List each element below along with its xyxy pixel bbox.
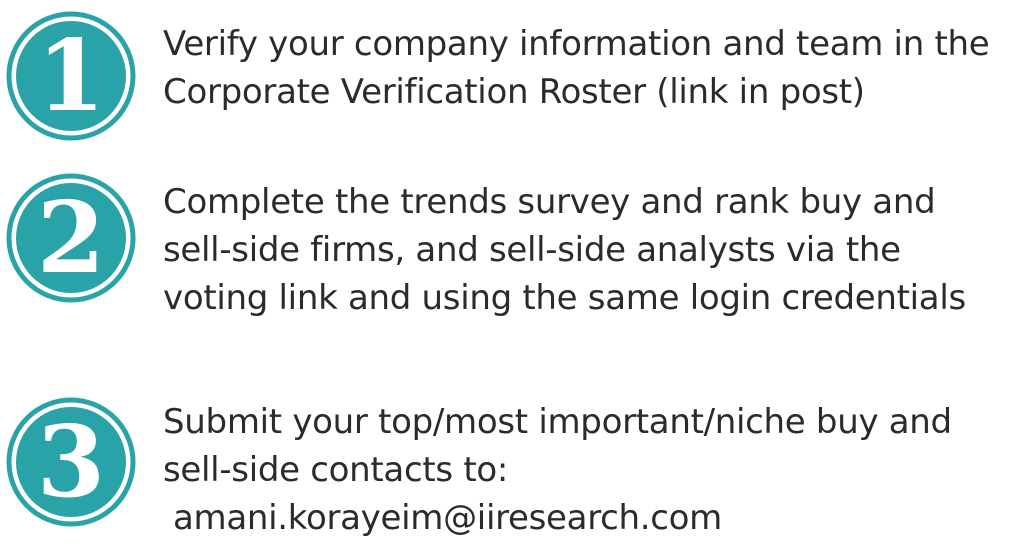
step-number-2: 2: [37, 181, 105, 296]
step-number-badge-2: 2: [5, 172, 137, 304]
step-number-badge-3: 3: [5, 396, 137, 528]
contact-email: amani.korayeim@iiresearch.com: [173, 498, 722, 538]
step-text-1: Verify your company information and team…: [163, 20, 1031, 116]
step-number-badge-1: 1: [5, 10, 137, 142]
step-3-line-1: Submit your top/most important/niche buy…: [163, 402, 952, 442]
step-1-line-1: Verify your company information and team…: [163, 24, 990, 64]
step-text-3: Submit your top/most important/niche buy…: [163, 398, 1031, 542]
step-number-1: 1: [37, 19, 105, 134]
step-number-3: 3: [37, 405, 105, 520]
step-2-line-3: voting link and using the same login cre…: [163, 278, 966, 318]
step-2-line-1: Complete the trends survey and rank buy …: [163, 182, 936, 222]
step-3-line-2: sell-side contacts to:: [163, 450, 509, 490]
step-text-2: Complete the trends survey and rank buy …: [163, 178, 1031, 322]
step-1-line-2: Corporate Verification Roster (link in p…: [163, 72, 865, 112]
step-2-line-2: sell-side firms, and sell-side analysts …: [163, 230, 901, 270]
